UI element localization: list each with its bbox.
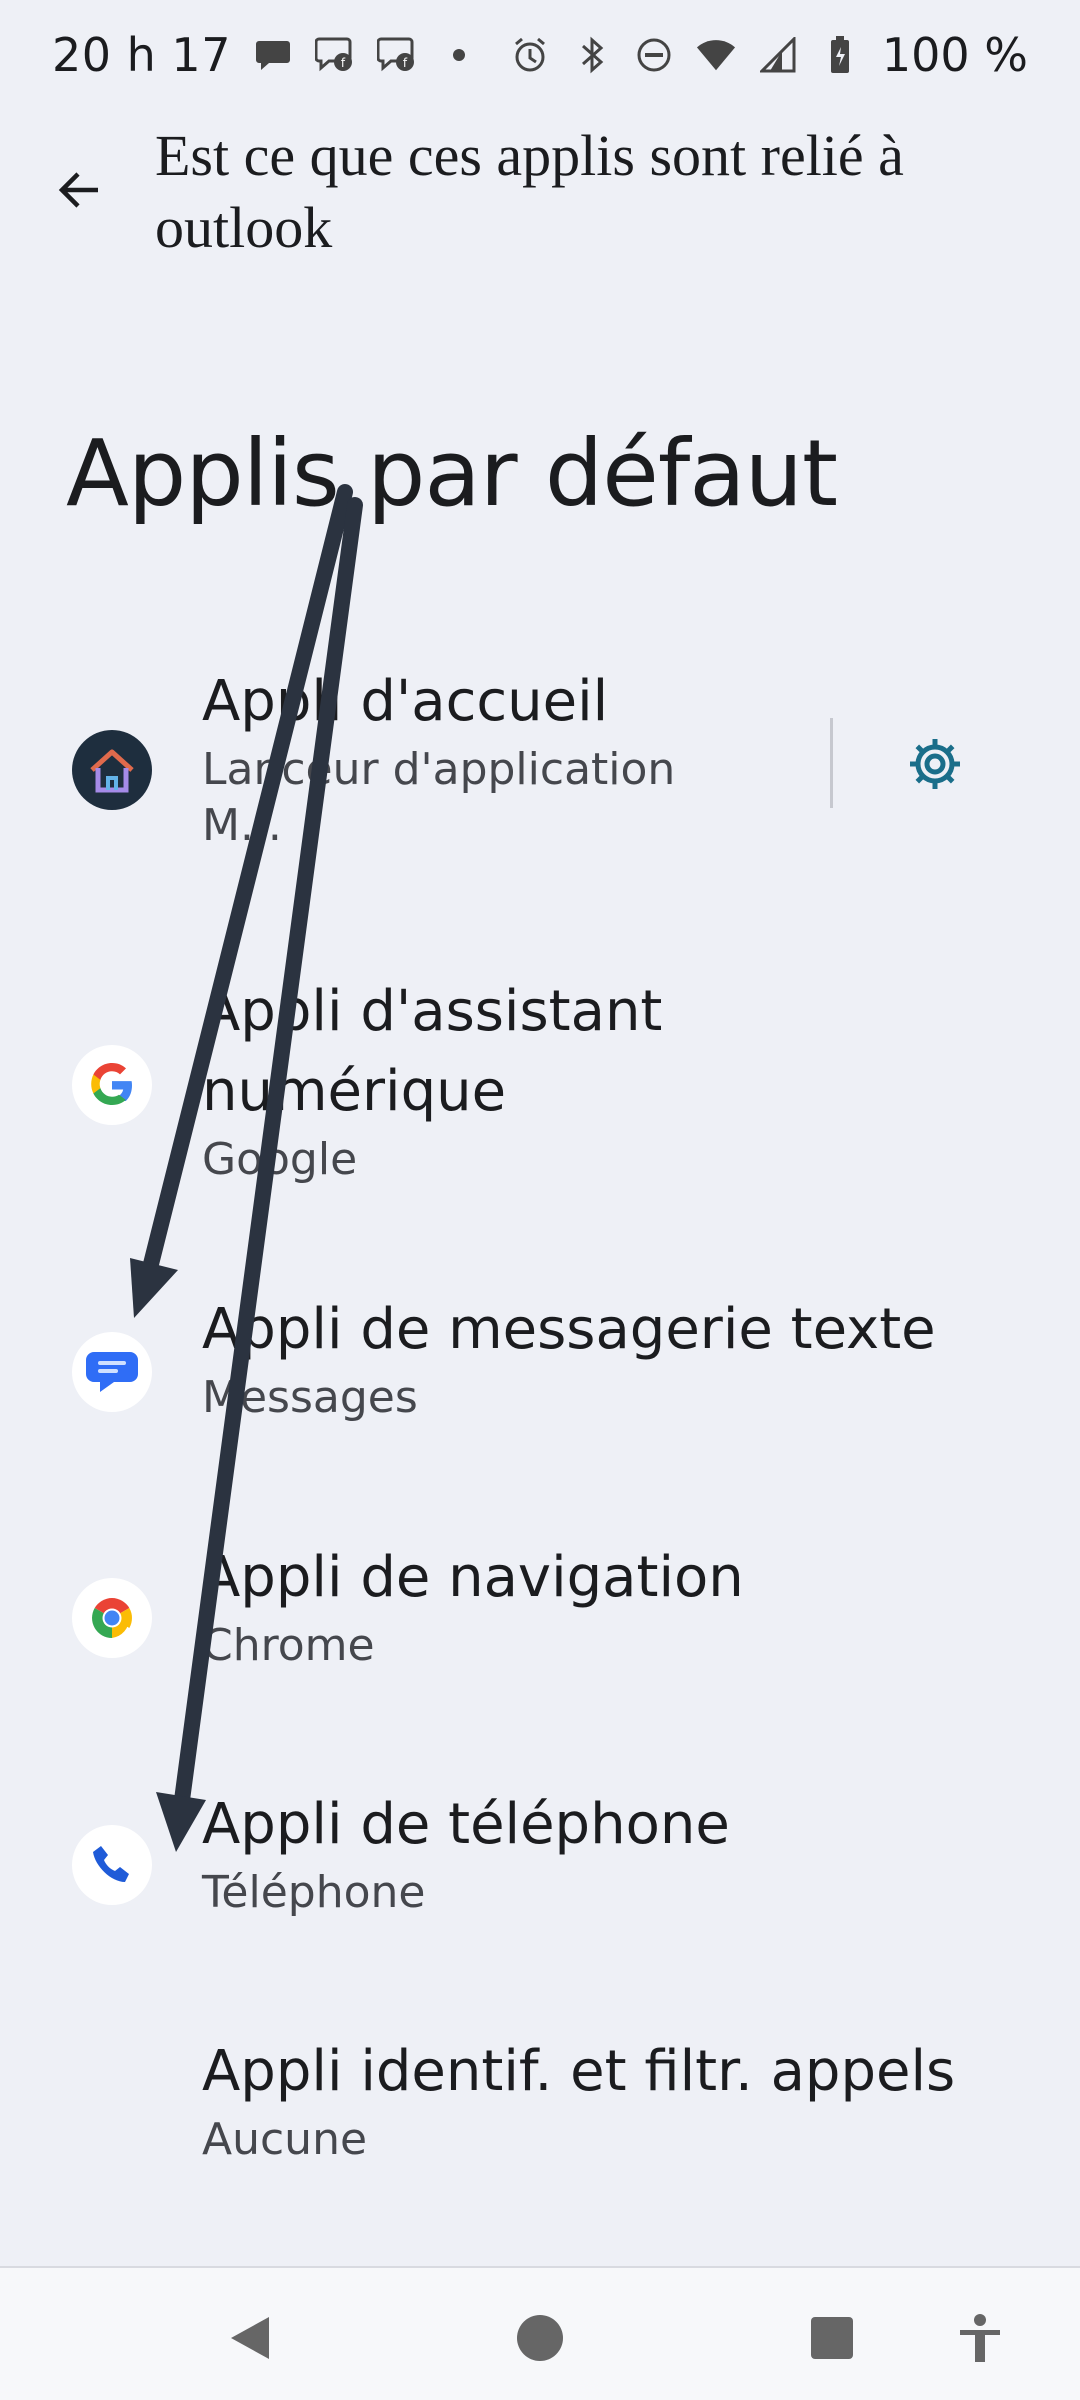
nav-recents-button[interactable] [792,2298,872,2378]
nav-home-button[interactable] [500,2298,580,2378]
battery-percentage: 100 % [881,28,1028,82]
row-subtitle: Téléphone [202,1867,426,1918]
list-item-caller-id-app[interactable]: Appli identif. et filtr. appels Aucune [0,2032,1080,2192]
google-icon [72,1045,152,1125]
back-button[interactable] [20,120,140,260]
chat-bubble-icon [253,35,293,75]
back-arrow-icon [58,172,98,208]
row-title: Appli d'accueil [202,669,609,734]
row-title: Appli d'assistant numérique [202,979,663,1124]
wifi-icon [696,35,736,75]
home-app-settings-button[interactable] [895,724,975,804]
row-subtitle: Aucune [202,2114,368,2165]
row-title: Appli identif. et filtr. appels [202,2039,956,2104]
clock: 20 h 17 [52,28,231,82]
bluetooth-icon [572,35,612,75]
app-bar: Est ce que ces applis sont relié à outlo… [0,120,1080,264]
row-text: Appli d'assistant numérique Google [202,972,962,1188]
do-not-disturb-icon [634,35,674,75]
messenger-icon: f [314,35,355,75]
row-subtitle: Chrome [202,1620,375,1671]
row-text: Appli de navigation Chrome [202,1538,744,1674]
list-item-home-app[interactable]: Appli d'accueil Lanceur d'application M.… [0,640,1080,880]
square-recents-icon [811,2317,853,2359]
row-text: Appli identif. et filtr. appels Aucune [202,2032,955,2168]
launcher-house-icon [72,730,152,810]
nav-back-button[interactable] [210,2298,290,2378]
list-item-browser-app[interactable]: Appli de navigation Chrome [0,1538,1080,1698]
status-bar: 20 h 17 f f 100 % [0,0,1080,110]
list-item-phone-app[interactable]: Appli de téléphone Téléphone [0,1785,1080,1945]
phone-icon [72,1825,152,1905]
list-item-messaging-app[interactable]: Appli de messagerie texte Messages [0,1290,1080,1450]
alarm-icon [510,35,550,75]
status-left: 20 h 17 f f [52,28,479,82]
system-navigation-bar [0,2266,1080,2400]
gear-icon [910,739,960,789]
messenger-icon-2: f [376,35,417,75]
circle-home-icon [517,2315,563,2361]
list-item-assistant-app[interactable]: Appli d'assistant numérique Google [0,960,1080,1200]
chrome-icon [72,1578,152,1658]
accessibility-icon [960,2314,1000,2362]
row-title: Appli de téléphone [202,1792,730,1857]
divider [830,718,833,808]
page-title: Applis par défaut [66,420,838,527]
row-subtitle: Messages [202,1372,418,1423]
status-right: 100 % [510,28,1028,82]
row-subtitle: Google [202,1134,358,1185]
row-subtitle: Lanceur d'application M... [202,744,676,851]
row-title: Appli de messagerie texte [202,1297,936,1362]
row-text: Appli d'accueil Lanceur d'application M.… [202,662,762,854]
accessibility-button[interactable] [940,2298,1020,2378]
signal-icon [758,35,798,75]
row-text: Appli de téléphone Téléphone [202,1785,730,1921]
triangle-back-icon [231,2317,269,2359]
annotation-question: Est ce que ces applis sont relié à outlo… [155,123,904,260]
more-notifications-dot-icon [439,35,479,75]
messages-icon [72,1332,152,1412]
battery-icon [820,35,860,75]
row-text: Appli de messagerie texte Messages [202,1290,936,1426]
row-title: Appli de navigation [202,1545,744,1610]
